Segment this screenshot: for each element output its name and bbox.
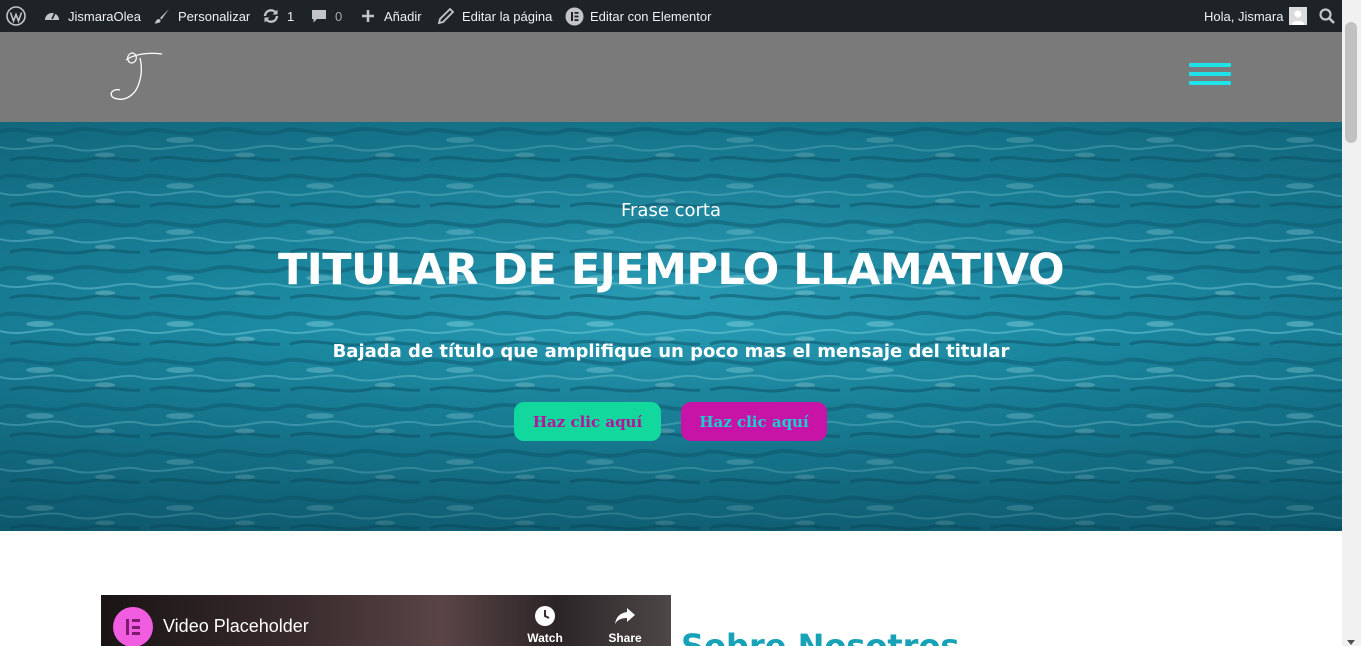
watch-later-button[interactable]: Watch later — [515, 605, 575, 646]
share-label: Share — [608, 631, 642, 645]
hero-subtitle: Bajada de título que amplifique un poco … — [332, 341, 1010, 362]
hamburger-bar-middle — [1189, 72, 1231, 76]
scrollbar-thumb[interactable] — [1345, 22, 1357, 143]
edit-elementor-label: Editar con Elementor — [590, 8, 712, 24]
share-button[interactable]: Share — [595, 605, 655, 645]
greeting-label: Hola, Jismara — [1204, 8, 1284, 24]
comment-icon — [309, 6, 329, 26]
brush-icon — [152, 6, 172, 26]
admin-bar: JismaraOlea Personalizar 1 0 Añadir Edit… — [0, 0, 1361, 32]
edit-page-label: Editar la página — [462, 8, 553, 24]
video-player[interactable]: Video Placeholder Watch later Share — [101, 595, 671, 646]
search-icon — [1317, 6, 1337, 26]
watch-later-label: Watch later — [527, 631, 563, 646]
customize-label: Personalizar — [178, 8, 251, 24]
scroll-down-arrow-icon[interactable] — [1346, 632, 1356, 645]
site-name-menu[interactable]: JismaraOlea — [42, 0, 141, 32]
video-title: Video Placeholder — [163, 616, 309, 636]
hero-section: Frase corta TITULAR DE EJEMPLO LLAMATIVO… — [0, 122, 1342, 531]
elementor-icon — [564, 6, 584, 26]
site-header — [0, 32, 1342, 122]
refresh-icon — [261, 6, 281, 26]
updates-count: 1 — [287, 8, 295, 24]
cta-button-primary[interactable]: Haz clic aquí — [514, 402, 661, 441]
share-arrow-icon — [615, 608, 635, 624]
dashboard-icon — [42, 6, 62, 26]
edit-elementor-link[interactable]: Editar con Elementor — [564, 0, 711, 32]
elementor-channel-icon — [113, 607, 153, 646]
pencil-icon — [436, 6, 456, 26]
wordpress-menu[interactable] — [6, 0, 26, 32]
plus-icon — [358, 6, 378, 26]
add-new-label: Añadir — [384, 8, 422, 24]
hero-eyebrow: Frase corta — [620, 200, 722, 221]
avatar-icon — [1289, 7, 1308, 25]
hamburger-bar-top — [1189, 63, 1231, 67]
comments-count: 0 — [335, 8, 343, 24]
updates-link[interactable]: 1 — [261, 0, 294, 32]
wordpress-icon — [6, 6, 26, 26]
water-background — [0, 122, 1342, 531]
hero-title: TITULAR DE EJEMPLO LLAMATIVO — [277, 245, 1065, 295]
hamburger-menu-icon[interactable] — [1186, 60, 1232, 88]
about-title: Sobre Nosotros — [681, 627, 960, 646]
customize-link[interactable]: Personalizar — [152, 0, 250, 32]
account-menu[interactable]: Hola, Jismara — [1204, 0, 1308, 32]
cta-button-secondary[interactable]: Haz clic aquí — [681, 402, 827, 441]
site-name-label: JismaraOlea — [68, 8, 141, 24]
site-logo[interactable] — [106, 48, 168, 106]
hamburger-bar-bottom — [1189, 81, 1231, 85]
search-toggle[interactable] — [1317, 0, 1337, 32]
edit-page-link[interactable]: Editar la página — [436, 0, 552, 32]
clock-icon — [535, 606, 555, 626]
comments-link[interactable]: 0 — [309, 0, 342, 32]
add-new-menu[interactable]: Añadir — [358, 0, 422, 32]
